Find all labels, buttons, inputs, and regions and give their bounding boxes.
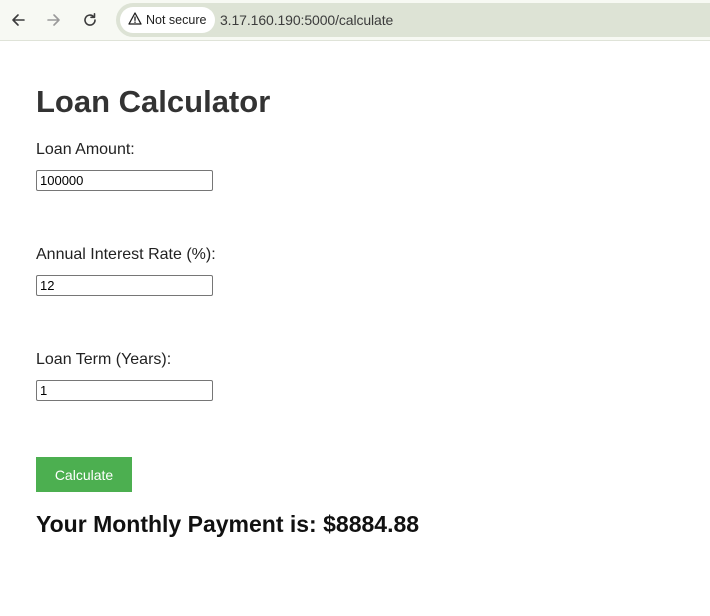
security-chip[interactable]: Not secure [120, 7, 216, 33]
interest-rate-input[interactable] [36, 275, 213, 296]
reload-button[interactable] [76, 6, 104, 34]
warning-triangle-icon [128, 12, 142, 28]
address-bar[interactable]: Not secure 3.17.160.190:5000/calculate [116, 3, 710, 37]
url-text[interactable]: 3.17.160.190:5000/calculate [220, 12, 393, 28]
forward-arrow-icon [46, 12, 62, 28]
loan-term-label: Loan Term (Years): [36, 351, 172, 368]
loan-amount-input[interactable] [36, 170, 213, 191]
page-title: Loan Calculator [36, 84, 271, 119]
reload-icon [82, 12, 98, 28]
monthly-payment-result: Your Monthly Payment is: $8884.88 [36, 511, 420, 537]
loan-term-input[interactable] [36, 380, 213, 401]
interest-rate-label: Annual Interest Rate (%): [36, 246, 216, 263]
forward-button[interactable] [40, 6, 68, 34]
calculate-button[interactable]: Calculate [36, 457, 132, 492]
browser-toolbar: Not secure 3.17.160.190:5000/calculate [0, 0, 710, 41]
back-arrow-icon [10, 12, 26, 28]
security-label: Not secure [146, 13, 207, 27]
back-button[interactable] [4, 6, 32, 34]
loan-amount-label: Loan Amount: [36, 141, 135, 158]
